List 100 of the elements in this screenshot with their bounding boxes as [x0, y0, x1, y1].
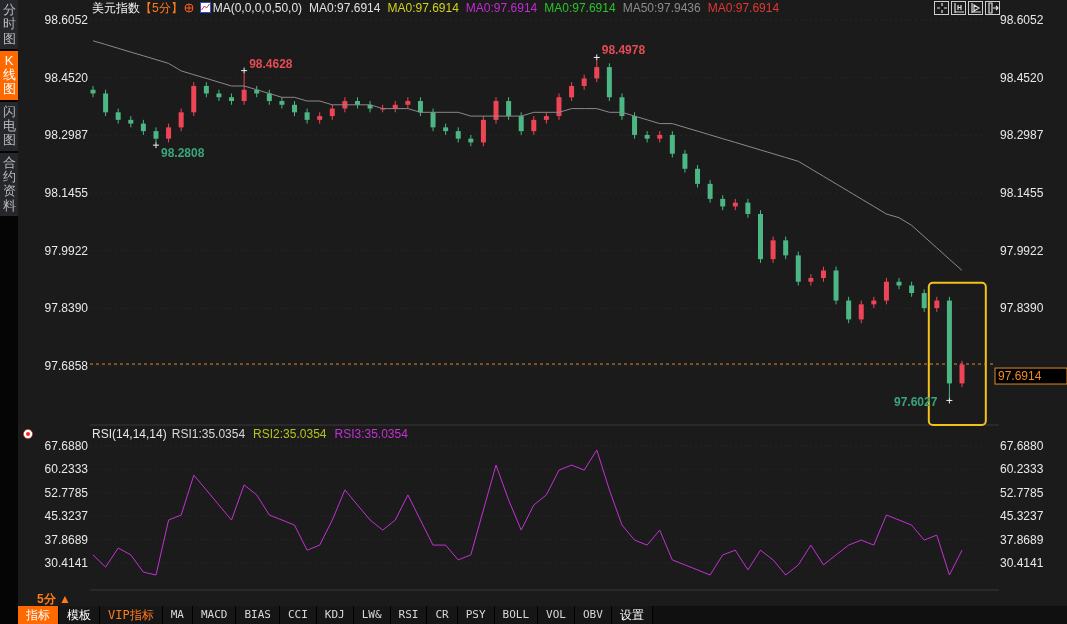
arrow-bar-icon — [986, 1, 999, 14]
toolbar-tab[interactable]: BIAS — [236, 606, 280, 624]
candlestick — [632, 111, 638, 140]
axis-label: 52.7785 — [44, 485, 88, 500]
candlestick — [128, 115, 134, 128]
chart-tool-button[interactable] — [934, 0, 949, 15]
candlestick — [103, 89, 109, 117]
sidebar-tab[interactable]: 分时图 — [0, 0, 18, 49]
axis-label: 60.2333 — [1000, 462, 1044, 477]
toolbar-tab[interactable]: MA — [162, 606, 193, 624]
candlestick — [959, 360, 965, 388]
axis-label: 98.4520 — [44, 70, 88, 85]
indicator-value: RSI1:35.0354 — [171, 426, 246, 443]
candlestick — [543, 111, 549, 125]
candlestick — [883, 277, 889, 305]
play-bar-icon — [969, 1, 982, 14]
chart-tool-button[interactable] — [985, 0, 1000, 15]
candlestick — [820, 266, 826, 283]
cross-marker-icon — [240, 67, 248, 75]
candlestick — [443, 123, 449, 136]
indicator-value: RSI3:35.0354 — [334, 426, 408, 443]
candlestick — [594, 59, 600, 83]
toolbar-tab[interactable]: CCI — [279, 606, 317, 624]
candlestick — [115, 108, 121, 125]
candlestick — [921, 288, 927, 313]
bracket-icon — [952, 1, 965, 14]
axis-label: 67.6880 — [44, 439, 88, 453]
axis-label: 98.1455 — [44, 186, 88, 201]
toolbar-tab[interactable]: 模板 — [59, 606, 100, 624]
toolbar-tab[interactable]: CR — [427, 606, 458, 624]
toolbar-tab[interactable]: PSY — [457, 606, 495, 624]
ref-line-label: 97.6914 — [998, 369, 1042, 384]
axis-label: 37.8689 — [1000, 532, 1044, 547]
sidebar-tab[interactable]: 合约资料 — [0, 152, 18, 216]
price-label: 98.2808 — [160, 146, 205, 161]
add-circle-icon[interactable] — [183, 2, 194, 13]
axis-label: 37.8689 — [44, 532, 88, 547]
toolbar-tab[interactable]: RSI — [390, 606, 428, 624]
crosshair-icon — [935, 1, 948, 14]
axis-label: 60.2333 — [44, 462, 88, 477]
candlestick — [178, 108, 184, 132]
chart-tool-button[interactable] — [968, 0, 983, 15]
sidebar-tab[interactable]: 闪电图 — [0, 101, 18, 151]
candlestick — [758, 209, 763, 264]
chart-tool-button[interactable] — [951, 0, 966, 15]
toolbar-tab[interactable]: LW& — [353, 606, 391, 624]
candlestick — [229, 93, 235, 106]
candlestick — [871, 296, 877, 309]
indicator-value: MA0:97.6914 — [465, 0, 538, 17]
price-label: 98.4628 — [249, 56, 293, 71]
candlestick — [581, 74, 587, 91]
candlestick — [644, 130, 650, 143]
toolbar-tab[interactable]: KDJ — [316, 606, 354, 624]
target-icon[interactable] — [22, 428, 34, 440]
toolbar-tab[interactable]: OBV — [574, 606, 612, 624]
candlestick — [480, 115, 486, 147]
candlestick — [355, 96, 360, 110]
toolbar-tab[interactable]: MACD — [192, 606, 237, 624]
candlestick — [506, 96, 512, 121]
candlestick — [430, 108, 436, 132]
candlestick — [934, 296, 940, 313]
candlestick — [304, 108, 310, 125]
indicator-value: MA0:97.6914 — [309, 0, 381, 17]
candlestick — [266, 89, 272, 106]
chart-icon[interactable] — [199, 2, 211, 13]
toolbar-tab[interactable]: BOLL — [494, 606, 539, 624]
indicator-value: MA0:97.6914 — [707, 0, 780, 17]
candlestick — [329, 104, 335, 121]
axis-label: 67.6880 — [1000, 439, 1044, 453]
toolbar-tab[interactable]: 设置 — [611, 606, 653, 624]
axis-label: 98.2987 — [44, 128, 88, 143]
candlestick — [556, 93, 562, 121]
candlestick — [682, 149, 688, 174]
axis-label: 98.1455 — [1000, 186, 1044, 201]
candlestick — [732, 198, 738, 211]
axis-label: 98.2987 — [1000, 128, 1044, 143]
indicator-value: MA0:97.6914 — [387, 0, 459, 17]
candlestick — [392, 100, 398, 113]
indicator-value: MA0:97.6914 — [544, 0, 616, 17]
toolbar-tab[interactable]: VIP指标 — [100, 606, 163, 624]
candlestick — [795, 251, 801, 286]
candlestick — [203, 81, 209, 98]
candlestick — [90, 85, 96, 98]
candlestick — [909, 281, 915, 298]
axis-label: 97.8390 — [1000, 301, 1044, 316]
axis-label: 52.7785 — [1000, 485, 1044, 500]
period-switch[interactable]: 5分 ▲ — [37, 593, 71, 605]
cross-marker-icon — [152, 141, 160, 149]
candlestick — [140, 119, 146, 136]
candlestick — [380, 104, 386, 113]
candlestick — [254, 85, 260, 98]
candlestick — [405, 96, 411, 110]
candlestick — [531, 115, 537, 136]
toolbar-tab[interactable]: VOL — [538, 606, 575, 624]
axis-label: 30.4141 — [1000, 556, 1044, 570]
axis-label: 97.6858 — [44, 359, 88, 374]
candlestick — [216, 89, 222, 102]
candlestick — [569, 81, 575, 102]
candlestick — [493, 96, 499, 125]
candlestick — [606, 62, 612, 102]
